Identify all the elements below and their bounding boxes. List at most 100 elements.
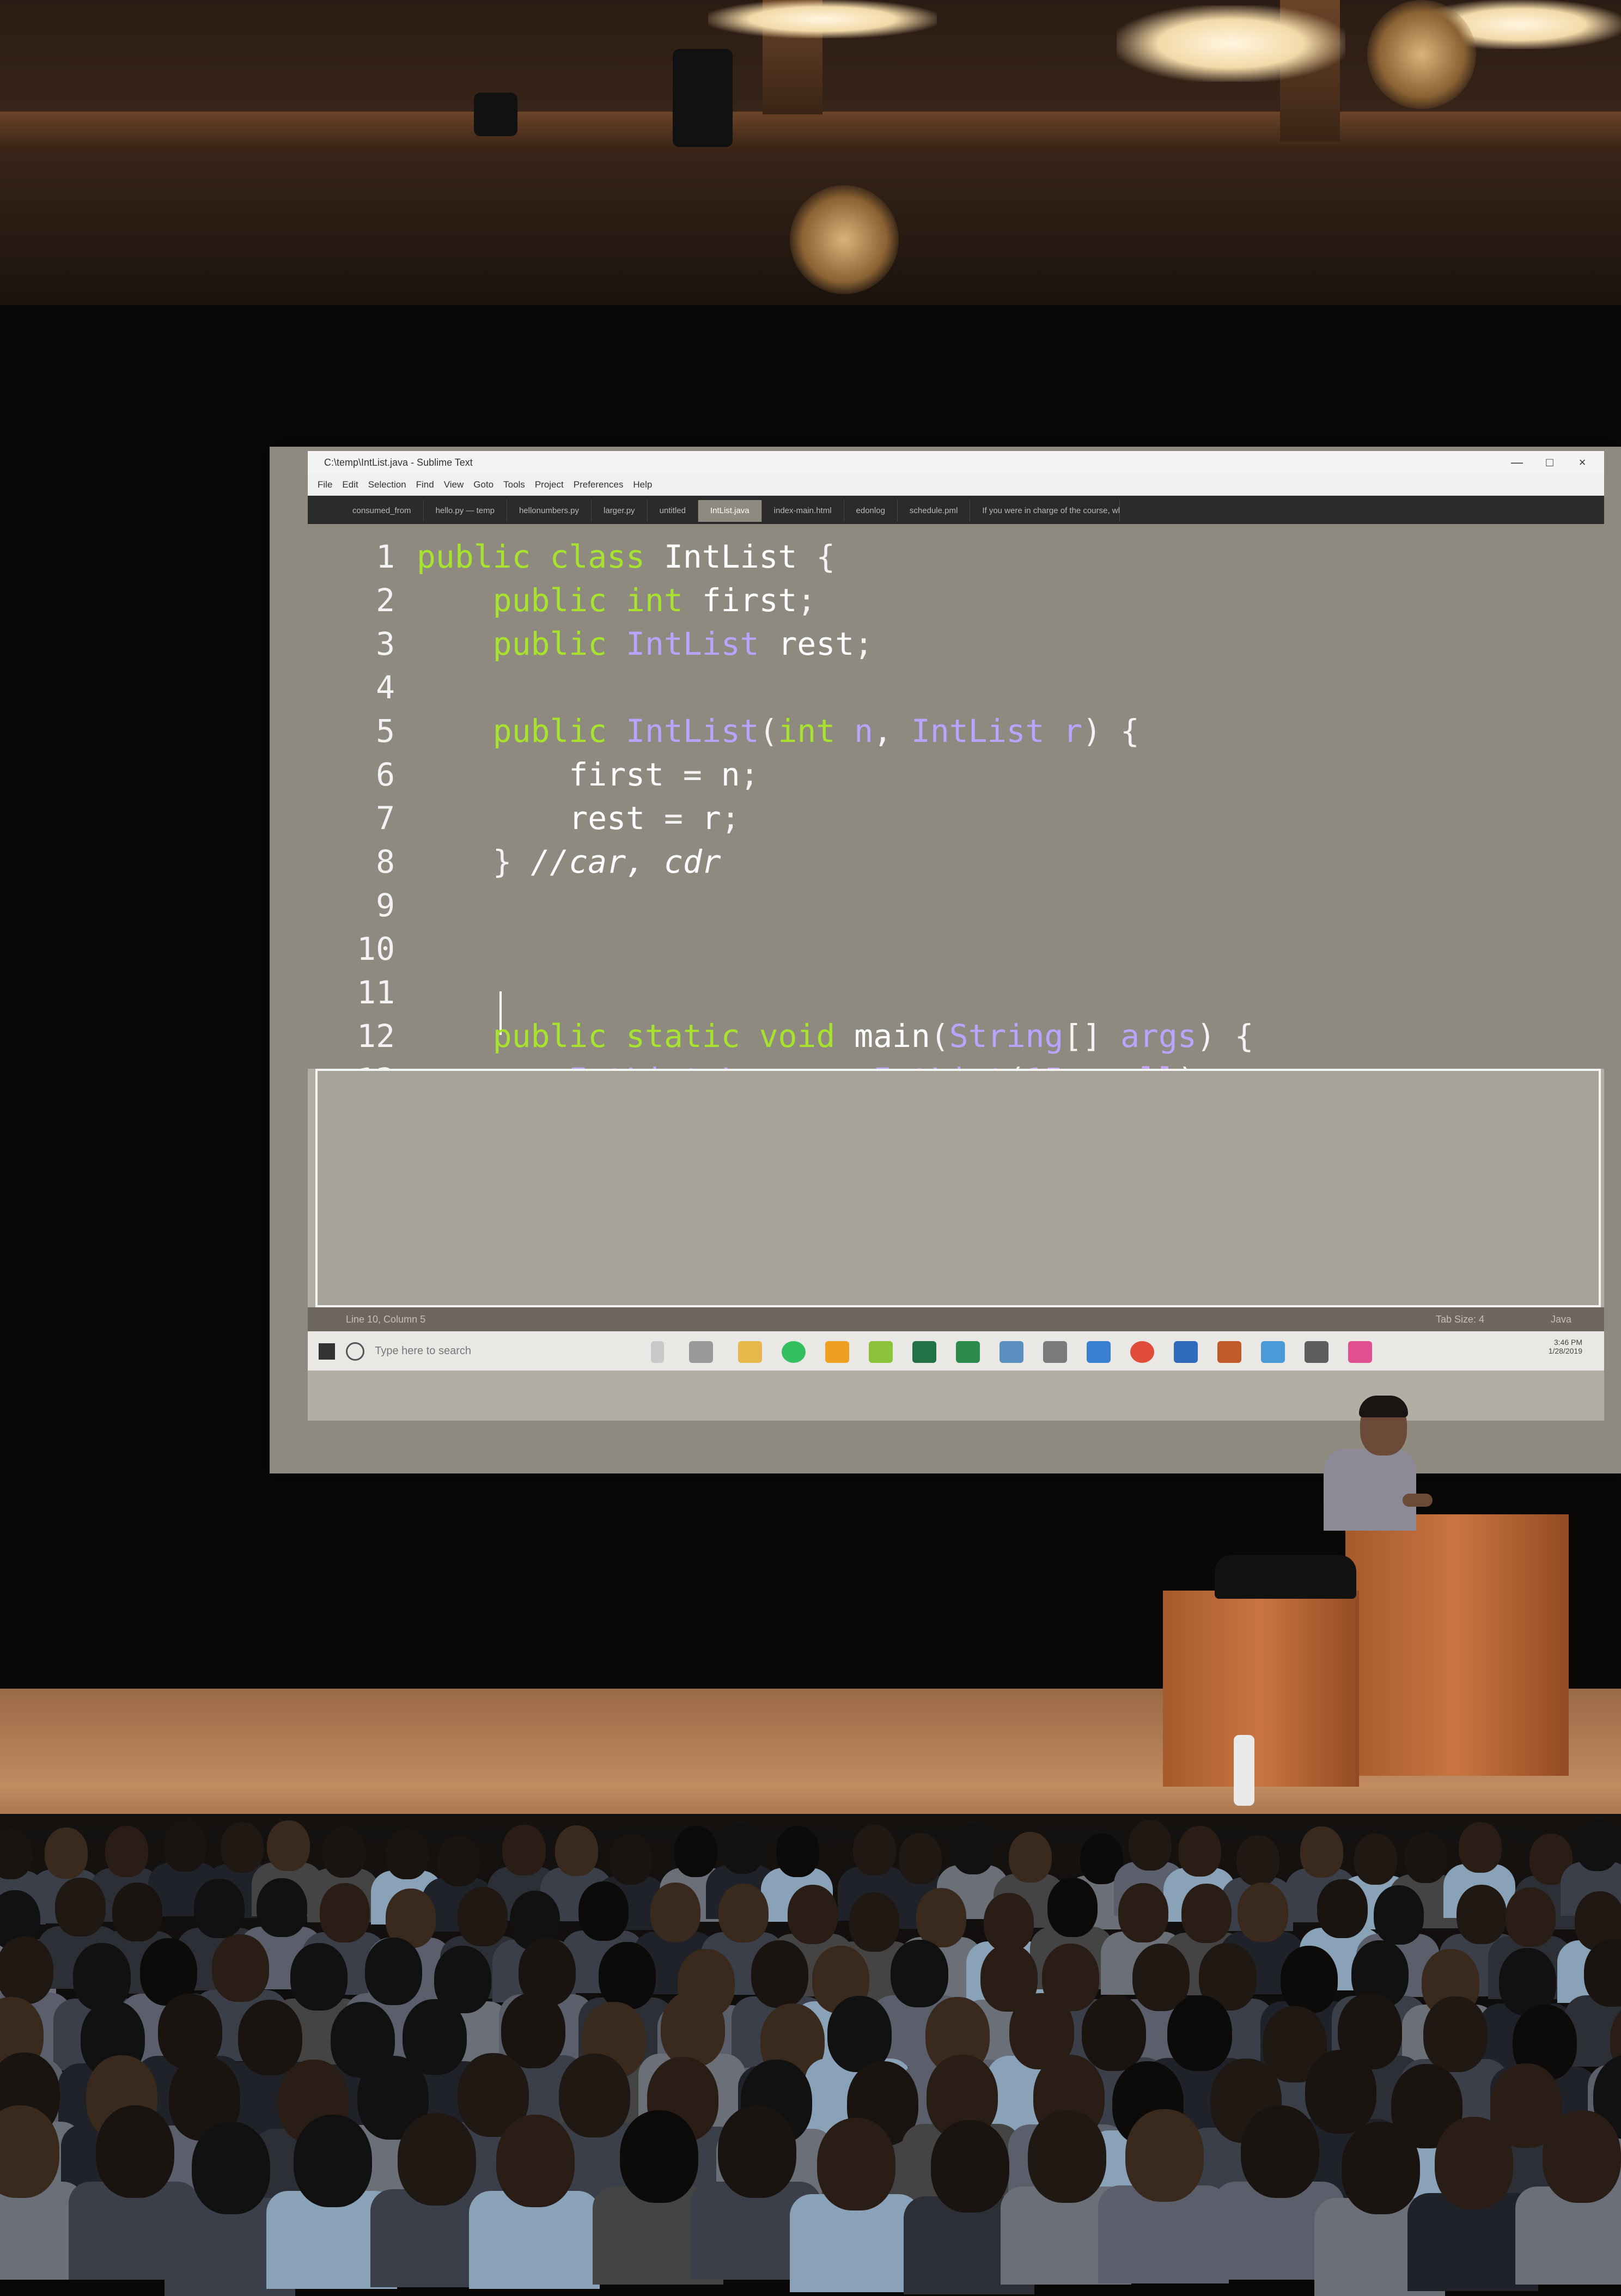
editor-tab[interactable]: If you were in charge of the course, wha…: [970, 500, 1120, 522]
code-token: (: [759, 712, 778, 750]
code-token: IntList: [663, 538, 816, 575]
file-explorer-icon[interactable]: [738, 1341, 762, 1363]
task-view-icon[interactable]: [689, 1341, 713, 1363]
editor-tab[interactable]: hello.py — temp: [424, 500, 507, 522]
app-icon[interactable]: [869, 1341, 893, 1363]
audience-head: [751, 1940, 809, 2008]
menu-item-file[interactable]: File: [318, 474, 332, 496]
code-editor[interactable]: 1 public class IntList {2 public int firs…: [308, 524, 1604, 1142]
audience-head: [437, 1835, 480, 1887]
presenter-arm: [1403, 1494, 1433, 1507]
code-token: public: [492, 582, 626, 619]
audience-head: [983, 1892, 1034, 1952]
audience-head: [555, 1825, 599, 1876]
menu-item-edit[interactable]: Edit: [342, 474, 358, 496]
ceiling-light: [1117, 5, 1345, 82]
menu-item-find[interactable]: Find: [416, 474, 434, 496]
minimize-icon[interactable]: —: [1501, 451, 1533, 474]
app-icon[interactable]: [1174, 1341, 1198, 1363]
menu-item-help[interactable]: Help: [633, 474, 652, 496]
water-bottle: [1234, 1735, 1254, 1806]
audience-head: [496, 2114, 575, 2207]
menu-item-tools[interactable]: Tools: [503, 474, 525, 496]
audience-head: [1373, 1885, 1424, 1945]
search-icon: [346, 1342, 364, 1361]
menu-item-preferences[interactable]: Preferences: [574, 474, 624, 496]
taskbar-search[interactable]: Type here to search: [346, 1338, 586, 1364]
tab-bar: consumed_from hello.py — temp hellonumbers…: [308, 496, 1604, 524]
audience-head: [1342, 2121, 1421, 2214]
audience-head: [191, 2121, 270, 2214]
audience-head: [96, 2105, 175, 2198]
app-icon[interactable]: [1348, 1341, 1372, 1363]
app-icon[interactable]: [1305, 1341, 1329, 1363]
code-token: ;: [797, 582, 816, 619]
ceiling-light: [708, 0, 937, 38]
menu-item-selection[interactable]: Selection: [368, 474, 406, 496]
audience-head: [817, 2117, 896, 2210]
taskbar-clock[interactable]: 3:46 PM 1/28/2019: [1495, 1338, 1582, 1355]
editor-tab[interactable]: hellonumbers.py: [507, 500, 592, 522]
presenter-hair: [1359, 1396, 1408, 1417]
audience-head: [1434, 2117, 1513, 2210]
editor-tab[interactable]: consumed_from: [340, 500, 424, 522]
editor-tab[interactable]: schedule.pml: [898, 500, 971, 522]
code-token: int: [778, 712, 855, 750]
audience-head: [891, 1939, 948, 2007]
audience-head: [1317, 1879, 1368, 1939]
app-icon[interactable]: [956, 1341, 980, 1363]
editor-tab[interactable]: larger.py: [592, 500, 648, 522]
audience-head: [1354, 1834, 1398, 1885]
clock-date: 1/28/2019: [1548, 1347, 1582, 1355]
app-icon[interactable]: [1217, 1341, 1241, 1363]
app-icon[interactable]: [1043, 1341, 1067, 1363]
app-icon[interactable]: [1000, 1341, 1023, 1363]
status-syntax[interactable]: Java: [1551, 1307, 1571, 1331]
audience-head: [322, 1826, 366, 1878]
excel-icon[interactable]: [912, 1341, 936, 1363]
app-icon[interactable]: [825, 1341, 849, 1363]
app-icon[interactable]: [1261, 1341, 1285, 1363]
mic-icon[interactable]: [651, 1341, 664, 1363]
menu-item-goto[interactable]: Goto: [473, 474, 493, 496]
speaker: [474, 93, 517, 136]
editor-tab[interactable]: index-main.html: [762, 500, 844, 522]
audience-head: [1238, 1883, 1288, 1942]
audience-head: [1280, 1946, 1338, 2014]
app-icon[interactable]: [1087, 1341, 1111, 1363]
projection-screen: C:\temp\IntList.java - Sublime Text — □ …: [270, 447, 1621, 1473]
audience-head: [650, 1883, 700, 1942]
code-line: 8 } //car, cdr: [308, 840, 721, 884]
audience-head: [386, 1828, 429, 1879]
audience-head: [1008, 1831, 1052, 1883]
editor-tab[interactable]: IntList.java: [698, 500, 762, 522]
code-line: 3 public IntList rest;: [308, 622, 873, 666]
taskbar: Type here to search 3:46 PM 1/28/2019: [308, 1331, 1604, 1371]
code-token: ) {: [1196, 1018, 1254, 1055]
console-panel[interactable]: [315, 1069, 1601, 1307]
audience-head: [1129, 1819, 1172, 1871]
code-line: 5 public IntList(int n, IntList r) {: [308, 709, 1139, 753]
editor-tab[interactable]: untitled: [648, 500, 698, 522]
audience-head: [220, 1822, 264, 1873]
maximize-icon[interactable]: □: [1533, 451, 1566, 474]
audience-head: [1423, 1996, 1488, 2073]
code-token: r: [1063, 712, 1083, 750]
ceiling-beam: [0, 112, 1621, 150]
spotify-icon[interactable]: [782, 1341, 806, 1363]
audience-head: [1047, 1878, 1098, 1938]
menu-item-view[interactable]: View: [444, 474, 464, 496]
code-token: ;: [854, 625, 874, 662]
close-icon[interactable]: ×: [1566, 451, 1599, 474]
chrome-icon[interactable]: [1130, 1341, 1154, 1363]
audience-head: [1575, 1820, 1619, 1871]
editor-tab[interactable]: edonlog: [844, 500, 898, 522]
line-number: 1: [376, 538, 395, 575]
menu-item-project[interactable]: Project: [535, 474, 564, 496]
window-title: C:\temp\IntList.java - Sublime Text: [324, 457, 473, 468]
audience-head: [1081, 1995, 1147, 2071]
windows-icon[interactable]: [319, 1343, 335, 1360]
audience-head: [661, 1991, 726, 2067]
